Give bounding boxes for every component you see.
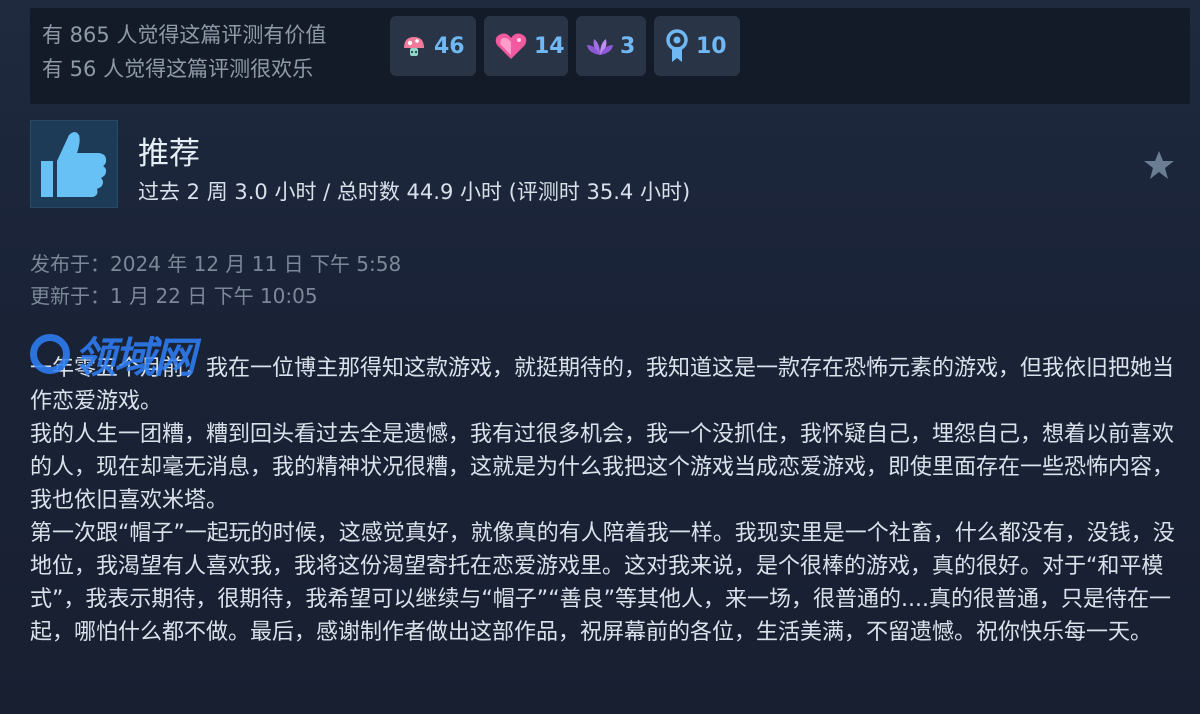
posted-date: 发布于：2024 年 12 月 11 日 下午 5:58 xyxy=(30,252,402,276)
award-badge-mushroom[interactable]: 46 xyxy=(390,16,476,76)
award-count: 46 xyxy=(434,33,465,59)
award-badge-lotus[interactable]: 3 xyxy=(576,16,646,76)
playtime-hours: 过去 2 周 3.0 小时 / 总时数 44.9 小时 (评测时 35.4 小时… xyxy=(138,180,691,204)
helpful-counts: 有 865 人觉得这篇评测有价值 有 56 人觉得这篇评测很欢乐 xyxy=(42,18,326,86)
recommended-thumb xyxy=(30,120,118,208)
award-badge-heart[interactable]: 14 xyxy=(484,16,568,76)
thumbs-up-icon xyxy=(31,132,117,211)
helpful-valuable-count: 有 865 人觉得这篇评测有价值 xyxy=(42,23,327,47)
review-verdict: 推荐 xyxy=(138,136,200,172)
award-badge-ribbon[interactable]: 10 xyxy=(654,16,740,76)
helpful-awards-bar: 有 865 人觉得这篇评测有价值 有 56 人觉得这篇评测很欢乐 46 14 3… xyxy=(30,8,1190,104)
site-watermark: 领域网 xyxy=(30,324,196,384)
star-icon xyxy=(1142,151,1176,186)
lotus-award-icon xyxy=(586,33,614,59)
review-dates: 发布于：2024 年 12 月 11 日 下午 5:58 更新于：1 月 22 … xyxy=(30,248,401,312)
review-paragraph: 我的人生一团糟，糟到回头看过去全是遗憾，我有过很多机会，我一个没抓住，我怀疑自己… xyxy=(30,422,1175,513)
review-header: 推荐 过去 2 周 3.0 小时 / 总时数 44.9 小时 (评测时 35.4… xyxy=(30,120,1190,208)
review-paragraph: 第一次跟“帽子”一起玩的时候，这感觉真好，就像真的有人陪着我一样。我现实里是一个… xyxy=(30,521,1175,645)
award-star-button[interactable] xyxy=(1142,148,1176,182)
mushroom-award-icon xyxy=(400,32,428,60)
award-count: 3 xyxy=(620,33,636,59)
review-text: 一年零五个月前，我在一位博主那得知这款游戏，就挺期待的，我知道这是一款存在恐怖元… xyxy=(30,352,1178,649)
award-count: 10 xyxy=(696,33,727,59)
review-paragraph: 一年零五个月前，我在一位博主那得知这款游戏，就挺期待的，我知道这是一款存在恐怖元… xyxy=(30,356,1175,414)
watermark-text: 领域网 xyxy=(74,332,196,382)
watermark-logo-icon xyxy=(30,334,70,374)
heart-gem-award-icon xyxy=(494,31,528,61)
updated-date: 更新于：1 月 22 日 下午 10:05 xyxy=(30,284,318,308)
helpful-funny-count: 有 56 人觉得这篇评测很欢乐 xyxy=(42,57,314,81)
ribbon-medal-award-icon xyxy=(664,29,690,63)
award-count: 14 xyxy=(534,33,565,59)
